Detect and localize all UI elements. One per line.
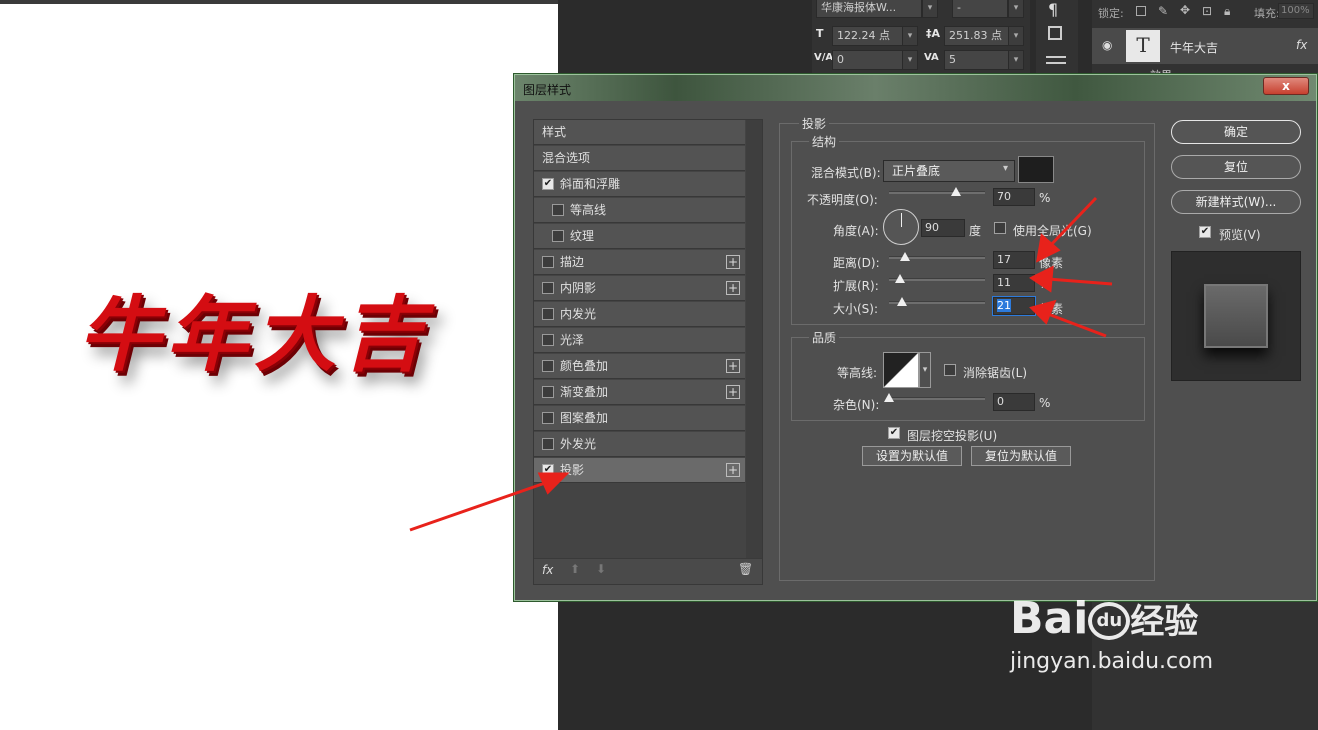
arrow-to-size [1047, 312, 1107, 338]
watermark-paw: du [1088, 602, 1131, 640]
arrowhead [1029, 265, 1054, 293]
arrow-to-distance [1046, 196, 1098, 250]
arrowhead [1029, 299, 1057, 325]
arrow-to-drop-shadow [409, 480, 549, 532]
baidu-watermark: Bai du 经验 jingyan.baidu.com [1010, 593, 1214, 675]
watermark-brand: Bai [1010, 593, 1089, 644]
arrow-to-spread [1047, 277, 1113, 286]
watermark-jingyan: 经验 [1130, 602, 1199, 642]
arrowhead [537, 472, 570, 495]
watermark-url: jingyan.baidu.com [1010, 649, 1214, 674]
